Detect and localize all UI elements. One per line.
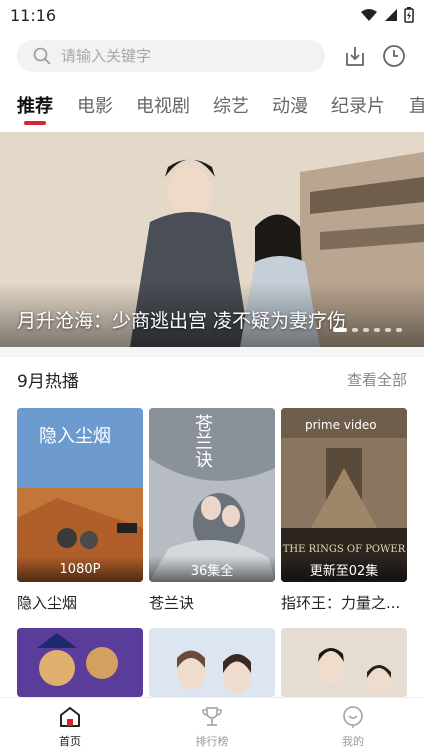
status-bar: 11:16 — [0, 0, 424, 30]
pagination-dot[interactable] — [385, 328, 391, 332]
pagination-dot[interactable] — [363, 328, 369, 332]
history-button[interactable] — [380, 42, 408, 70]
signal-icon — [385, 9, 397, 21]
nav-home-label: 首页 — [59, 735, 81, 748]
clock-icon — [383, 45, 405, 67]
view-all-link[interactable]: 查看全部 — [347, 369, 407, 390]
section-divider — [0, 347, 424, 357]
tab-live[interactable]: 直 — [409, 92, 424, 118]
status-icons — [360, 7, 414, 23]
tab-variety[interactable]: 综艺 — [213, 92, 249, 118]
poster-image — [281, 628, 407, 697]
nav-home[interactable]: 首页 — [30, 704, 110, 749]
search-row — [0, 36, 424, 76]
pagination-dot[interactable] — [374, 328, 380, 332]
poster-name[interactable]: 隐入尘烟 — [17, 592, 143, 613]
poster-title-art: prime video — [305, 418, 377, 432]
poster-card[interactable]: 苍兰诀 36集全 — [149, 408, 275, 582]
download-icon — [346, 47, 364, 66]
search-box[interactable] — [17, 40, 325, 72]
nav-ranking[interactable]: 排行榜 — [172, 704, 252, 749]
nav-profile[interactable]: 我的 — [313, 704, 393, 749]
tab-movie[interactable]: 电影 — [77, 92, 113, 118]
section-header: 9月热播 查看全部 — [0, 365, 424, 393]
bottom-nav: 首页 排行榜 我的 — [0, 697, 424, 754]
tab-recommend[interactable]: 推荐 — [17, 92, 53, 118]
user-icon — [343, 706, 363, 728]
hero-banner[interactable]: 月升沧海：少商逃出宫 凌不疑为妻疗伤 — [0, 132, 424, 347]
pagination-dot[interactable] — [352, 328, 358, 332]
poster-title-art: 苍兰诀 — [192, 414, 213, 468]
status-time: 11:16 — [10, 5, 57, 25]
poster-image — [17, 628, 143, 697]
wifi-icon — [361, 9, 377, 21]
poster-image — [149, 628, 275, 697]
nav-profile-label: 我的 — [342, 735, 364, 748]
battery-icon — [404, 7, 414, 23]
search-icon — [33, 47, 51, 65]
poster-card[interactable]: 隐入尘烟 1080P — [17, 408, 143, 582]
banner-pagination — [333, 328, 402, 332]
tab-anime[interactable]: 动漫 — [272, 92, 308, 118]
poster-name[interactable]: 指环王：力量之... — [281, 592, 407, 613]
poster-title-art: 隐入尘烟 — [39, 426, 111, 447]
poster-subtitle-art: THE RINGS OF POWER — [282, 544, 406, 555]
section-title: 9月热播 — [17, 372, 79, 392]
search-input[interactable] — [61, 47, 301, 65]
pagination-dot[interactable] — [333, 328, 347, 332]
nav-ranking-label: 排行榜 — [195, 735, 229, 748]
poster-badge: 1080P — [17, 556, 143, 582]
tab-indicator — [24, 121, 46, 125]
home-icon — [60, 707, 80, 727]
poster-card[interactable] — [149, 628, 275, 697]
tab-documentary[interactable]: 纪录片 — [331, 92, 385, 118]
poster-card[interactable] — [281, 628, 407, 697]
banner-title: 月升沧海：少商逃出宫 凌不疑为妻疗伤 — [17, 310, 347, 332]
poster-name[interactable]: 苍兰诀 — [149, 592, 275, 613]
poster-card[interactable] — [17, 628, 143, 697]
category-tabs: 推荐 电影 电视剧 综艺 动漫 纪录片 直 — [0, 86, 424, 126]
tab-tv-series[interactable]: 电视剧 — [136, 92, 190, 118]
download-button[interactable] — [341, 42, 369, 70]
pagination-dot[interactable] — [396, 328, 402, 332]
poster-badge: 更新至02集 — [281, 556, 407, 582]
trophy-icon — [202, 707, 222, 726]
poster-card[interactable]: prime video THE RINGS OF POWER 更新至02集 — [281, 408, 407, 582]
poster-badge: 36集全 — [149, 556, 275, 582]
